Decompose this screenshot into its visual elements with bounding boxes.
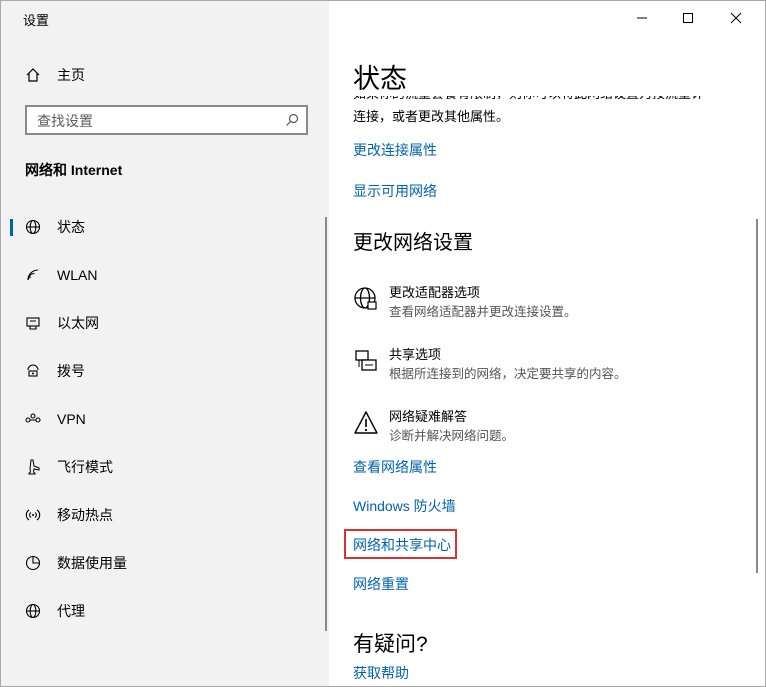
search-icon[interactable] — [284, 112, 300, 128]
option-sharing[interactable]: 共享选项 根据所连接到的网络，决定要共享的内容。 — [353, 344, 753, 386]
sharing-icon — [353, 348, 379, 374]
ethernet-icon — [23, 313, 43, 333]
active-indicator — [10, 219, 13, 236]
home-icon — [23, 65, 43, 85]
content-scrollbar[interactable] — [756, 219, 758, 573]
network-sharing-center-link[interactable]: 网络和共享中心 — [353, 535, 451, 555]
warning-icon — [353, 410, 379, 436]
change-connection-properties-link[interactable]: 更改连接属性 — [353, 140, 437, 160]
option-troubleshoot[interactable]: 网络疑难解答 诊断并解决网络问题。 — [353, 406, 753, 448]
sidebar-item-airplane-mode[interactable]: 飞行模式 — [1, 447, 329, 487]
sidebar-item-dialup[interactable]: 拨号 — [1, 351, 329, 391]
vpn-icon — [23, 409, 43, 429]
network-reset-link[interactable]: 网络重置 — [353, 574, 409, 594]
data-usage-icon — [23, 553, 43, 573]
search-input[interactable] — [27, 107, 289, 135]
option-title: 更改适配器选项 — [389, 285, 481, 300]
home-nav[interactable]: 主页 — [1, 55, 329, 95]
sidebar-item-hotspot[interactable]: 移动热点 — [1, 495, 329, 535]
sidebar-item-label: WLAN — [57, 267, 98, 283]
main-content: 状态 如果你的流量套餐有限制，则你可以将此网络设置为按流量计 连接，或者更改其他… — [329, 1, 765, 686]
globe-icon — [23, 217, 43, 237]
home-label: 主页 — [57, 67, 85, 83]
sidebar-scrollbar[interactable] — [325, 217, 327, 631]
option-title: 网络疑难解答 — [389, 409, 468, 424]
windows-firewall-link[interactable]: Windows 防火墙 — [353, 496, 456, 516]
dialup-icon — [23, 361, 43, 381]
hotspot-icon — [23, 505, 43, 525]
sidebar-item-wlan[interactable]: WLAN — [1, 255, 329, 295]
page-title: 状态 — [353, 57, 743, 96]
option-adapter[interactable]: 更改适配器选项 查看网络适配器并更改连接设置。 — [353, 282, 753, 324]
sidebar-item-label: 移动热点 — [57, 507, 113, 523]
get-help-link[interactable]: 获取帮助 — [353, 663, 409, 683]
option-description: 根据所连接到的网络，决定要共享的内容。 — [389, 367, 627, 381]
section-title: 网络和 Internet — [25, 162, 123, 178]
description-text: 连接，或者更改其他属性。 — [353, 109, 510, 124]
sidebar-item-data-usage[interactable]: 数据使用量 — [1, 543, 329, 583]
sidebar-item-label: 飞行模式 — [57, 459, 113, 475]
option-description: 查看网络适配器并更改连接设置。 — [389, 305, 577, 319]
sidebar-item-vpn[interactable]: VPN — [1, 399, 329, 439]
sidebar: 设置 主页 网络和 Internet 状态 WLAN — [1, 1, 329, 686]
question-heading: 有疑问? — [353, 633, 428, 656]
sidebar-item-label: 状态 — [57, 219, 85, 235]
sidebar-item-status[interactable]: 状态 — [1, 207, 329, 247]
settings-window: 设置 主页 网络和 Internet 状态 WLAN — [0, 0, 766, 687]
sidebar-item-ethernet[interactable]: 以太网 — [1, 303, 329, 343]
search-box[interactable] — [25, 105, 308, 135]
proxy-globe-icon — [23, 601, 43, 621]
sidebar-item-label: 拨号 — [57, 363, 85, 379]
sidebar-item-label: 数据使用量 — [57, 555, 127, 571]
option-title: 共享选项 — [389, 347, 442, 362]
app-title: 设置 — [23, 13, 50, 28]
view-network-properties-link[interactable]: 查看网络属性 — [353, 457, 437, 477]
airplane-icon — [23, 457, 43, 477]
adapter-globe-icon — [353, 286, 379, 312]
wifi-icon — [23, 265, 43, 285]
sidebar-item-proxy[interactable]: 代理 — [1, 591, 329, 631]
sidebar-item-label: 代理 — [57, 603, 85, 619]
show-available-networks-link[interactable]: 显示可用网络 — [353, 181, 437, 201]
sidebar-item-label: VPN — [57, 411, 86, 427]
sidebar-item-label: 以太网 — [57, 315, 99, 331]
option-description: 诊断并解决网络问题。 — [389, 429, 515, 443]
change-settings-heading: 更改网络设置 — [353, 232, 473, 254]
